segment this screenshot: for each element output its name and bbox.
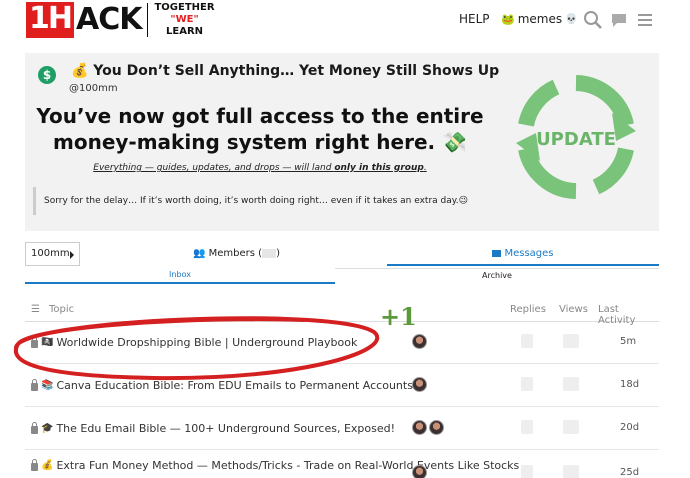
tagline-line-3: LEARN [166, 26, 204, 37]
members-icon: 👥 [193, 248, 206, 259]
table-row[interactable]: 🎓 The Edu Email Bible — 100+ Underground… [25, 408, 659, 450]
help-link[interactable]: HELP [459, 12, 490, 26]
lock-icon [31, 459, 38, 471]
tab-inbox[interactable]: Inbox [25, 268, 335, 284]
money-bag-icon: 💰 [41, 460, 54, 471]
views-count [563, 377, 579, 391]
last-activity[interactable]: 25d [620, 467, 639, 478]
skull-icon: 💀 [565, 13, 578, 25]
group-tabs: 100mm 👥 Members () Messages [25, 242, 659, 268]
avatar[interactable] [412, 334, 427, 349]
graduation-cap-icon: 🎓 [41, 423, 54, 434]
logo-tagline: TOGETHER "WE" LEARN [154, 2, 214, 38]
group-select[interactable]: 100mm [25, 242, 80, 266]
topic-link[interactable]: 💰 Extra Fun Money Method — Methods/Trick… [31, 459, 519, 472]
replies-count [521, 420, 533, 434]
caret-right-icon [70, 251, 74, 259]
group-select-value: 100mm [31, 248, 70, 259]
dollar-icon: $ [38, 66, 56, 84]
avatar[interactable] [412, 465, 427, 478]
plus-one-annotation: +1 [380, 302, 417, 331]
members-count-blur [262, 248, 277, 258]
avatar[interactable] [429, 420, 444, 435]
tab-messages[interactable]: Messages [387, 242, 659, 266]
last-activity[interactable]: 20d [620, 422, 639, 433]
search-icon[interactable] [583, 10, 603, 30]
topic-link[interactable]: 🎓 The Edu Email Bible — 100+ Underground… [31, 422, 395, 435]
last-activity[interactable]: 18d [620, 379, 639, 390]
banner-sub-prefix: Everything — guides, updates, and drops … [93, 163, 335, 173]
banner-title: 💰 You Don’t Sell Anything… Yet Money Sti… [71, 63, 500, 79]
top-header: 1H ACK TOGETHER "WE" LEARN HELP 🐸 memes … [0, 0, 690, 40]
tab-messages-label: Messages [504, 248, 554, 259]
topic-title: The Edu Email Bible — 100+ Underground S… [56, 422, 396, 435]
hamburger-icon[interactable] [635, 10, 655, 30]
update-label: UPDATE [536, 129, 616, 150]
tab-members-suffix: ) [276, 248, 280, 259]
avatar[interactable] [412, 420, 427, 435]
lock-icon [31, 379, 38, 391]
user-name: memes [517, 12, 563, 26]
tab-members-label: Members ( [208, 248, 263, 259]
update-refresh-icon: UPDATE [516, 75, 636, 199]
user-menu[interactable]: 🐸 memes 💀 [501, 12, 578, 26]
frog-icon: 🐸 [501, 12, 515, 26]
chat-icon[interactable] [609, 10, 629, 30]
tagline-line-2: "WE" [170, 14, 199, 25]
tagline-line-1: TOGETHER [154, 2, 215, 13]
banner-headline: You’ve now got full access to the entire… [36, 104, 484, 154]
banner-sub-bold: only in this group [334, 163, 424, 173]
site-logo[interactable]: 1H ACK TOGETHER "WE" LEARN [26, 2, 215, 38]
posters [412, 377, 427, 392]
table-row[interactable]: 💰 Extra Fun Money Method — Methods/Trick… [25, 451, 659, 478]
posters [412, 334, 427, 349]
topic-title: Extra Fun Money Method — Methods/Tricks … [56, 459, 520, 472]
avatar[interactable] [412, 377, 427, 392]
tab-archive[interactable]: Archive [335, 268, 659, 284]
replies-count [521, 465, 533, 478]
logo-text: ACK [75, 2, 142, 37]
lock-icon [31, 422, 38, 434]
views-count [563, 465, 579, 478]
posters [412, 420, 444, 435]
replies-count [521, 377, 533, 391]
envelope-icon [492, 249, 502, 257]
replies-count [521, 334, 533, 348]
views-count [563, 334, 579, 348]
banner-subtitle: Everything — guides, updates, and drops … [25, 163, 495, 173]
posters [412, 465, 427, 478]
last-activity[interactable]: 5m [620, 336, 636, 347]
header-replies[interactable]: Replies [510, 304, 546, 315]
banner-sub-suffix: . [423, 163, 427, 173]
tab-members[interactable]: 👥 Members () [193, 248, 280, 259]
banner-handle[interactable]: @100mm [69, 83, 118, 94]
logo-box: 1H [26, 2, 74, 38]
red-circle-annotation [13, 316, 380, 381]
banner-quote: Sorry for the delay… If it’s worth doing… [33, 187, 493, 215]
header-views[interactable]: Views [559, 304, 588, 315]
views-count [563, 420, 579, 434]
logo-divider [147, 3, 149, 37]
message-subtabs: Inbox Archive [25, 268, 659, 284]
group-banner: $ 💰 You Don’t Sell Anything… Yet Money S… [25, 53, 659, 231]
